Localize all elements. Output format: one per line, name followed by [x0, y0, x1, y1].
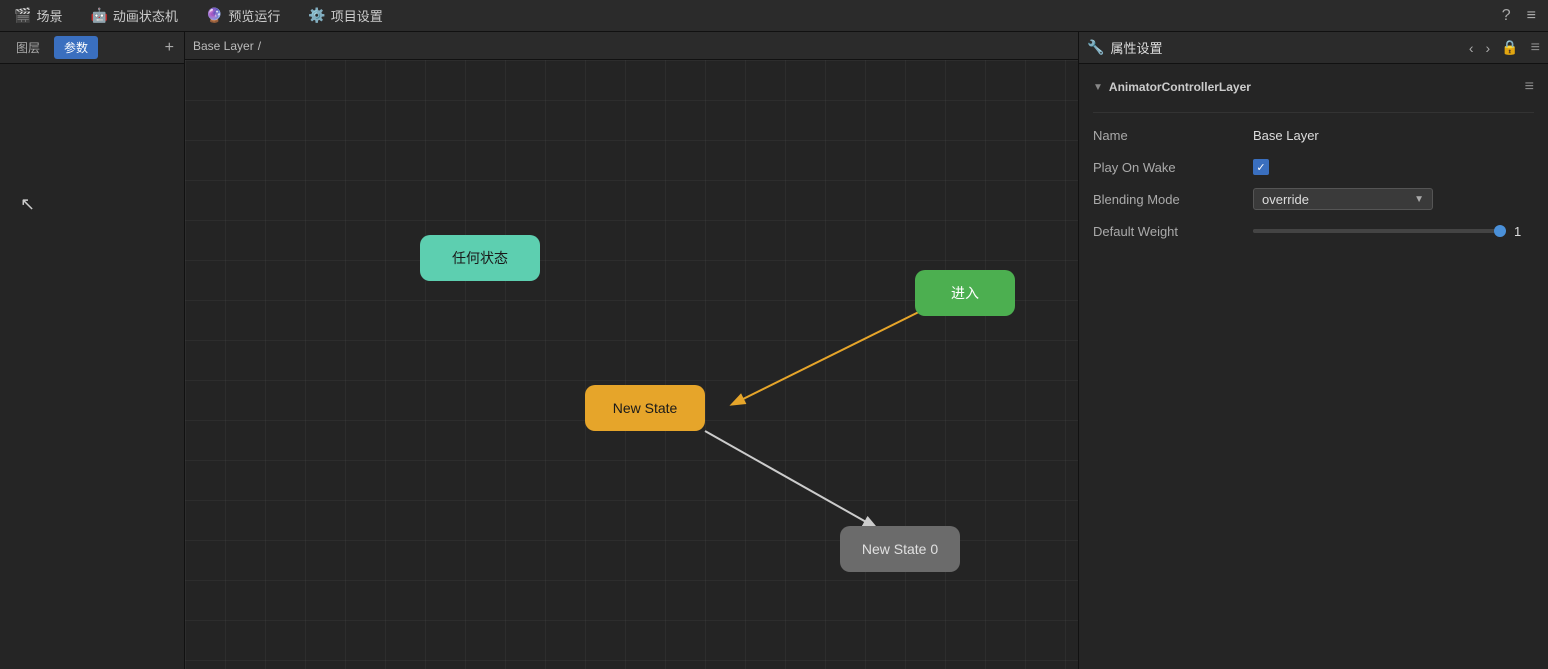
- prop-play-on-wake-label: Play On Wake: [1093, 160, 1253, 175]
- node-new-state-label: New State: [613, 400, 678, 416]
- play-on-wake-checkbox[interactable]: [1253, 159, 1269, 175]
- lock-icon[interactable]: 🔒: [1501, 39, 1518, 56]
- tab-row: 图层 参数 +: [0, 32, 184, 64]
- right-panel-content: ▼ AnimatorControllerLayer ≡ Name Base La…: [1079, 64, 1548, 669]
- breadcrumb-bar: Base Layer /: [185, 32, 1078, 60]
- main-layout: 图层 参数 + ↖ Base Layer /: [0, 32, 1548, 669]
- menu-animator[interactable]: 🤖 动画状态机: [84, 4, 183, 27]
- panel-more-button[interactable]: ≡: [1531, 39, 1540, 57]
- right-panel-header: 🔧 属性设置 ‹ › 🔒 ≡: [1079, 32, 1548, 64]
- slider-fill: [1253, 229, 1506, 233]
- prop-play-on-wake-row: Play On Wake: [1093, 155, 1534, 179]
- section-toggle-arrow[interactable]: ▼: [1093, 82, 1103, 93]
- menu-scene-label: 场景: [36, 6, 62, 25]
- node-new-state-0-label: New State 0: [862, 541, 938, 557]
- default-weight-slider-track[interactable]: [1253, 229, 1506, 233]
- prop-default-weight-row: Default Weight 1: [1093, 219, 1534, 243]
- breadcrumb-separator: /: [258, 39, 261, 53]
- default-weight-value: 1: [1514, 224, 1534, 239]
- menu-scene[interactable]: 🎬 场景: [8, 4, 68, 27]
- menu-settings-label: 项目设置: [331, 6, 383, 25]
- prop-blending-mode-label: Blending Mode: [1093, 192, 1253, 207]
- node-any-state[interactable]: 任何状态: [420, 235, 540, 281]
- add-tab-button[interactable]: +: [161, 39, 178, 57]
- section-title: AnimatorControllerLayer: [1109, 80, 1251, 94]
- node-new-state[interactable]: New State: [585, 385, 705, 431]
- connection-arrows: [185, 60, 1078, 669]
- cursor-arrow: ↖: [20, 194, 35, 215]
- prop-blending-mode-row: Blending Mode override ▼: [1093, 187, 1534, 211]
- section-divider: [1093, 112, 1534, 113]
- scene-icon: 🎬: [14, 7, 31, 24]
- right-panel: 🔧 属性设置 ‹ › 🔒 ≡ ▼ AnimatorControllerLayer…: [1078, 32, 1548, 669]
- prop-name-value[interactable]: Base Layer: [1253, 128, 1534, 143]
- more-button[interactable]: ≡: [1523, 5, 1540, 27]
- preview-icon: 🔮: [206, 7, 223, 24]
- blending-mode-value: override: [1262, 192, 1309, 207]
- section-menu-button[interactable]: ≡: [1525, 78, 1534, 96]
- prop-default-weight-label: Default Weight: [1093, 224, 1253, 239]
- menu-right-actions: ? ≡: [1498, 5, 1540, 27]
- prop-name-row: Name Base Layer: [1093, 123, 1534, 147]
- help-button[interactable]: ?: [1498, 5, 1515, 27]
- menu-settings[interactable]: ⚙️ 项目设置: [302, 4, 388, 27]
- panel-title: 属性设置: [1110, 38, 1457, 57]
- left-sidebar: 图层 参数 + ↖: [0, 32, 185, 669]
- menu-bar: 🎬 场景 🤖 动画状态机 🔮 预览运行 ⚙️ 项目设置 ? ≡: [0, 0, 1548, 32]
- menu-preview[interactable]: 🔮 预览运行: [200, 4, 286, 27]
- node-entry-label: 进入: [951, 283, 979, 303]
- slider-thumb[interactable]: [1494, 225, 1506, 237]
- sidebar-content: ↖: [0, 64, 184, 669]
- blending-mode-dropdown[interactable]: override ▼: [1253, 188, 1433, 210]
- canvas-area[interactable]: 任何状态 进入 New State New State 0: [185, 60, 1078, 669]
- node-new-state-0[interactable]: New State 0: [840, 526, 960, 572]
- animator-icon: 🤖: [90, 7, 107, 24]
- tab-params[interactable]: 参数: [54, 36, 98, 59]
- node-entry[interactable]: 进入: [915, 270, 1015, 316]
- panel-back-button[interactable]: ‹: [1464, 38, 1479, 58]
- breadcrumb-text: Base Layer: [193, 39, 254, 53]
- node-any-state-label: 任何状态: [452, 248, 508, 268]
- settings-icon: ⚙️: [308, 7, 325, 24]
- section-header: ▼ AnimatorControllerLayer ≡: [1093, 74, 1534, 100]
- dropdown-arrow-icon: ▼: [1414, 194, 1424, 205]
- menu-preview-label: 预览运行: [228, 6, 280, 25]
- menu-animator-label: 动画状态机: [113, 6, 178, 25]
- panel-forward-button[interactable]: ›: [1481, 38, 1496, 58]
- tab-layers[interactable]: 图层: [6, 36, 50, 59]
- panel-icon: 🔧: [1087, 39, 1104, 56]
- prop-name-label: Name: [1093, 128, 1253, 143]
- panel-nav: ‹ ›: [1464, 38, 1495, 58]
- default-weight-slider-container: 1: [1253, 224, 1534, 239]
